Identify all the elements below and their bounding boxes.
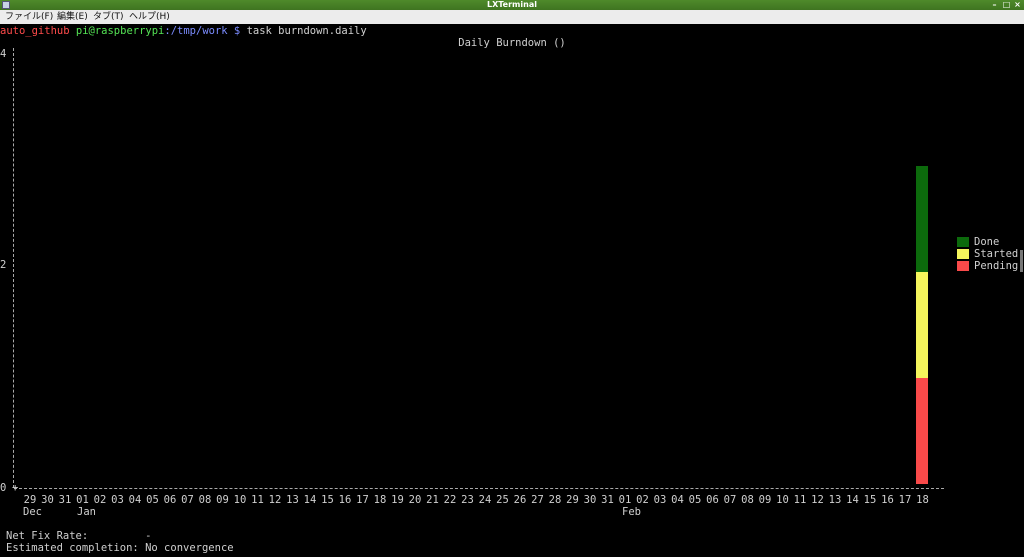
x-day-label: 27 [531, 494, 544, 506]
chart-title: Daily Burndown () [458, 37, 566, 49]
x-day-label: 04 [128, 494, 142, 506]
x-day-label: 14 [303, 494, 317, 506]
x-day-label: 31 [601, 494, 614, 506]
x-day-label: 26 [513, 494, 527, 506]
x-day-label: 04 [671, 494, 684, 506]
y-axis [13, 48, 15, 488]
x-day-label: 12 [811, 494, 824, 506]
x-day-label: 01 [618, 494, 632, 506]
legend-label-pending: Pending [974, 260, 1019, 272]
x-day-label: 11 [251, 494, 264, 506]
x-day-label: 21 [426, 494, 439, 506]
x-day-label: 03 [111, 494, 124, 506]
x-day-label: 07 [723, 494, 737, 506]
close-button[interactable]: × [1012, 0, 1023, 10]
x-day-label: 31 [58, 494, 72, 506]
bar-segment-done [915, 166, 928, 272]
x-day-label: 15 [863, 494, 877, 506]
menu-bar: ファイル(F) 編集(E) タブ(T) ヘルプ(H) [0, 10, 1024, 24]
axis-origin-plus: + [12, 482, 19, 494]
legend-label-started: Started [974, 248, 1019, 260]
x-day-label: 09 [758, 494, 772, 506]
x-day-label: 20 [408, 494, 422, 506]
x-day-label: 29 [23, 494, 37, 506]
scrollbar-thumb[interactable] [1020, 250, 1023, 272]
x-day-label: 25 [496, 494, 509, 506]
x-day-label: 08 [741, 494, 754, 506]
minimize-button[interactable]: – [989, 0, 1000, 10]
x-day-label: 16 [881, 494, 894, 506]
x-day-label: 30 [583, 494, 597, 506]
x-day-label: 05 [146, 494, 159, 506]
x-day-label: 10 [776, 494, 789, 506]
legend-swatch-started [957, 249, 969, 259]
x-day-label: 18 [373, 494, 387, 506]
x-day-label: 30 [41, 494, 54, 506]
x-month-dec: Dec [23, 506, 42, 518]
bar-segment-started [915, 272, 928, 378]
x-day-label: 05 [688, 494, 702, 506]
x-day-label: 06 [706, 494, 719, 506]
estimated-completion-label: Estimated completion: [6, 542, 139, 554]
x-day-label: 24 [478, 494, 492, 506]
maximize-button[interactable]: □ [1001, 0, 1012, 10]
x-day-label: 02 [636, 494, 649, 506]
window-title: LXTerminal [487, 0, 537, 9]
x-day-label: 11 [793, 494, 807, 506]
x-day-label: 17 [356, 494, 369, 506]
x-month-feb: Feb [622, 506, 641, 518]
menu-file[interactable]: ファイル(F) [5, 10, 53, 24]
y-tick-2: 2 [0, 259, 7, 271]
legend-swatch-done [957, 237, 969, 247]
estimated-completion-line: Estimated completion: No convergence [6, 541, 234, 555]
x-day-label: 17 [898, 494, 912, 506]
x-day-label: 03 [653, 494, 667, 506]
x-day-label: 28 [548, 494, 562, 506]
legend-label-done: Done [974, 236, 1000, 248]
x-day-label: 12 [268, 494, 282, 506]
bar-segment-pending [915, 378, 928, 484]
legend-swatch-pending [957, 261, 969, 271]
terminal-area[interactable]: auto_github pi@raspberrypi:/tmp/work $ t… [0, 24, 1024, 557]
x-day-label: 06 [163, 494, 177, 506]
x-day-label: 23 [461, 494, 474, 506]
x-day-label: 13 [286, 494, 299, 506]
x-day-label: 01 [76, 494, 89, 506]
x-day-label: 16 [338, 494, 352, 506]
y-tick-0: 0 [0, 482, 7, 494]
x-day-label: 19 [391, 494, 404, 506]
estimated-completion-value: No convergence [145, 542, 234, 554]
y-tick-4: 4 [0, 48, 7, 60]
x-day-label: 02 [93, 494, 107, 506]
window-titlebar[interactable]: LXTerminal – □ × [0, 0, 1024, 10]
x-day-label: 08 [198, 494, 212, 506]
x-day-label: 13 [828, 494, 842, 506]
x-day-label: 18 [916, 494, 929, 506]
menu-edit[interactable]: 編集(E) [57, 10, 88, 24]
menu-help[interactable]: ヘルプ(H) [129, 10, 170, 24]
x-axis [14, 488, 944, 489]
x-day-label: 29 [566, 494, 579, 506]
x-day-label: 07 [181, 494, 194, 506]
x-day-label: 15 [321, 494, 334, 506]
menu-tabs[interactable]: タブ(T) [93, 10, 124, 24]
x-day-label: 10 [233, 494, 247, 506]
x-day-label: 14 [846, 494, 859, 506]
x-day-label: 22 [443, 494, 457, 506]
x-month-jan: Jan [77, 506, 96, 518]
x-day-label: 09 [216, 494, 229, 506]
